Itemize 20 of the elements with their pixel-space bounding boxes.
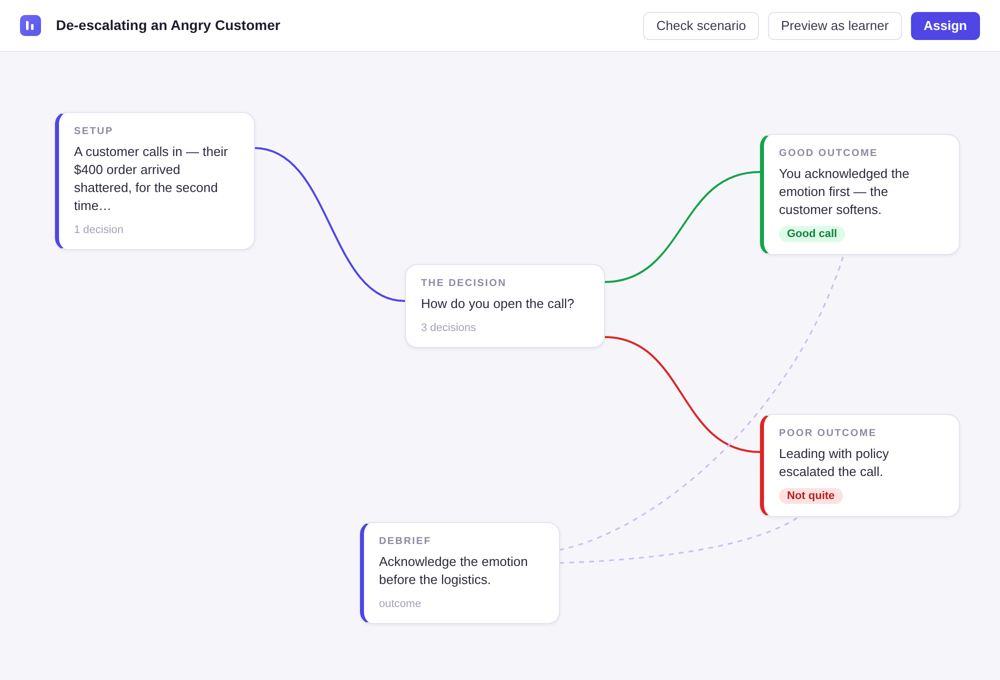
- scenario-title: De-escalating an Angry Customer: [56, 16, 280, 35]
- node-footer: 3 decisions: [421, 321, 586, 335]
- node-label: THE DECISION: [421, 277, 508, 291]
- node-text: Acknowledge the emotion before the logistics.: [379, 553, 529, 589]
- status-badge: Good call: [779, 226, 846, 242]
- toolbar-button[interactable]: Preview as learner: [768, 12, 902, 40]
- status-badge: Not quite: [779, 488, 843, 504]
- node-footer: 1 decision: [74, 223, 236, 237]
- node-label: GOOD OUTCOME: [779, 147, 879, 161]
- app-logo-icon: [20, 15, 41, 36]
- node-footer: outcome: [379, 597, 541, 611]
- node-text: How do you open the call?: [421, 295, 576, 313]
- node-text: You acknowledged the emotion first — the customer softens.: [779, 165, 910, 219]
- node-label: DEBRIEF: [379, 535, 432, 549]
- toolbar-button[interactable]: Check scenario: [643, 12, 759, 40]
- assign-button[interactable]: Assign: [910, 12, 980, 40]
- node-label: POOR OUTCOME: [779, 427, 878, 441]
- node-text: Leading with policy escalated the call.: [779, 445, 890, 481]
- node-text: A customer calls in — their $400 order arrived shattered, for the second time…: [74, 143, 229, 215]
- node-label: SETUP: [74, 125, 114, 139]
